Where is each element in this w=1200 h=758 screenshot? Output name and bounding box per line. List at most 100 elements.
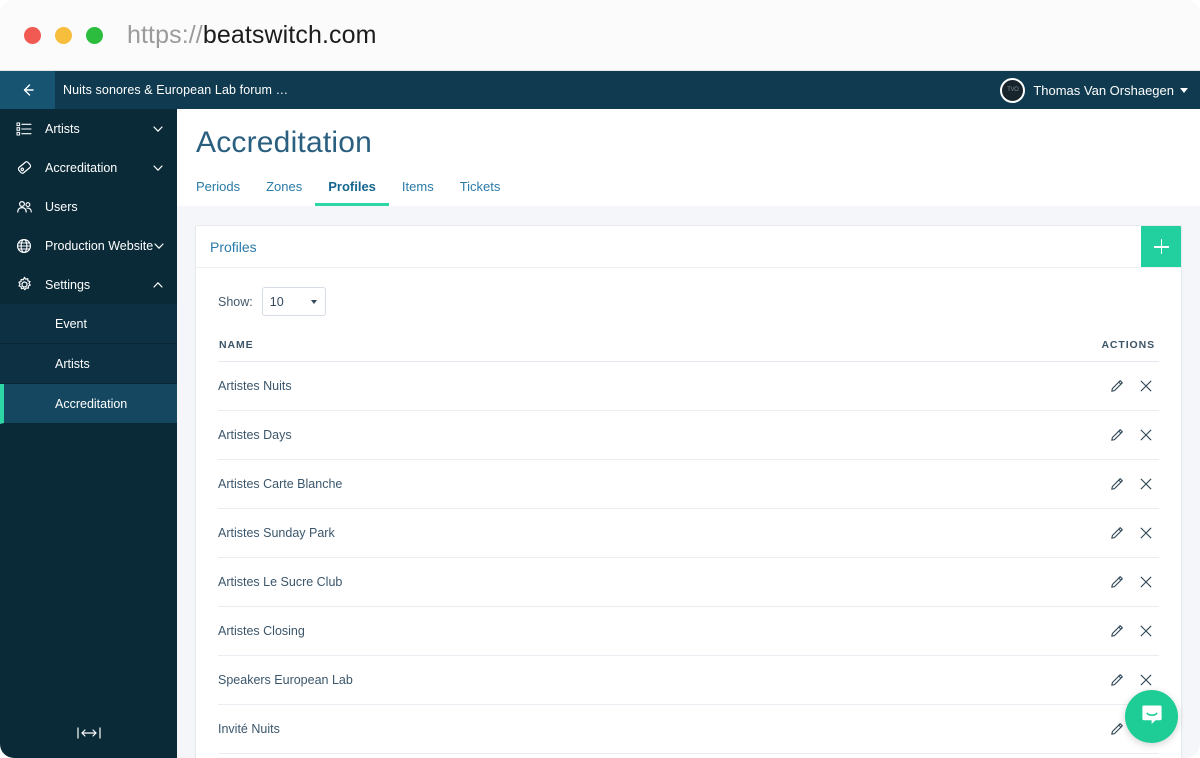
- sidebar-item-production-website[interactable]: Production Website: [0, 226, 177, 265]
- profile-name: Artistes Le Sucre Club: [218, 557, 875, 607]
- tab-periods[interactable]: Periods: [196, 179, 253, 206]
- sidebar-item-label: Artists: [45, 121, 80, 136]
- table-row[interactable]: Invité Nuits: [218, 704, 1159, 754]
- chevron-down-icon: [153, 240, 165, 252]
- edit-pencil-icon[interactable]: [1106, 621, 1128, 641]
- profile-name: Invité Nuits: [218, 704, 875, 754]
- tab-tickets[interactable]: Tickets: [447, 179, 514, 206]
- app-header: Nuits sonores & European Lab forum … TVO…: [0, 71, 1200, 109]
- table-header-row: NAME ACTIONS: [218, 338, 1159, 362]
- chevron-down-icon: [152, 123, 164, 135]
- table-row[interactable]: Artistes Sunday Park: [218, 508, 1159, 558]
- edit-pencil-icon[interactable]: [1106, 719, 1128, 739]
- table-body: Artistes Nuits Artistes Days Artistes Ca…: [218, 361, 1159, 758]
- sidebar-item-label: Production Website: [45, 238, 154, 253]
- minimize-window-button[interactable]: [55, 26, 72, 44]
- sidebar-item-label: Users: [45, 199, 78, 214]
- edit-pencil-icon[interactable]: [1106, 425, 1128, 445]
- avatar-initials: TVO: [1007, 87, 1019, 93]
- sidebar-item-settings[interactable]: Settings: [0, 265, 177, 304]
- gear-icon: [16, 276, 36, 293]
- url-scheme: https://: [127, 20, 203, 49]
- show-entries-control: Show: 10: [218, 287, 1159, 316]
- row-actions: [874, 753, 1159, 758]
- delete-x-icon[interactable]: [1135, 523, 1157, 543]
- table-row[interactable]: Artistes Carte Blanche: [218, 459, 1159, 509]
- user-name: Thomas Van Orshaegen: [1033, 82, 1174, 98]
- delete-x-icon[interactable]: [1135, 376, 1157, 396]
- delete-x-icon[interactable]: [1135, 474, 1157, 494]
- tab-items[interactable]: Items: [389, 179, 447, 206]
- edit-pencil-icon[interactable]: [1106, 474, 1128, 494]
- sidebar-subitem-label: Event: [55, 316, 87, 331]
- list-icon: [16, 121, 36, 137]
- edit-pencil-icon[interactable]: [1106, 572, 1128, 592]
- edit-pencil-icon[interactable]: [1106, 523, 1128, 543]
- row-actions: [874, 361, 1159, 411]
- sidebar: Artists Accreditation Users Production W…: [0, 109, 177, 758]
- table-row[interactable]: Speakers European Lab: [218, 655, 1159, 705]
- address-bar[interactable]: https://beatswitch.com: [127, 21, 377, 50]
- main-content: Accreditation Periods Zones Profiles Ite…: [177, 109, 1200, 758]
- show-label: Show:: [218, 294, 253, 309]
- column-header-name: NAME: [218, 338, 875, 362]
- chevron-down-icon: [1180, 87, 1188, 93]
- close-window-button[interactable]: [24, 26, 41, 44]
- tag-icon: [16, 159, 36, 176]
- row-actions: [874, 410, 1159, 460]
- profile-name: Artistes Nuits: [218, 361, 875, 411]
- chevron-down-icon: [310, 299, 317, 304]
- edit-pencil-icon[interactable]: [1106, 670, 1128, 690]
- arrow-left-icon: [20, 82, 36, 98]
- row-actions: [874, 508, 1159, 558]
- back-button[interactable]: [0, 71, 55, 109]
- delete-x-icon[interactable]: [1135, 572, 1157, 592]
- sidebar-item-accreditation[interactable]: Accreditation: [0, 148, 177, 187]
- delete-x-icon[interactable]: [1135, 425, 1157, 445]
- users-icon: [16, 199, 36, 215]
- row-actions: [874, 557, 1159, 607]
- table-header: NAME ACTIONS: [218, 338, 1159, 362]
- sidebar-subitem-label: Accreditation: [55, 396, 128, 411]
- sidebar-item-users[interactable]: Users: [0, 187, 177, 226]
- browser-window: https://beatswitch.com Nuits sonores & E…: [0, 0, 1200, 758]
- sidebar-item-artists[interactable]: Artists: [0, 109, 177, 148]
- table-row[interactable]: Invité Closing: [218, 753, 1159, 758]
- globe-icon: [16, 238, 36, 254]
- row-actions: [874, 606, 1159, 656]
- card-title: Profiles: [210, 238, 257, 255]
- tab-profiles[interactable]: Profiles: [315, 179, 389, 206]
- table-row[interactable]: Artistes Days: [218, 410, 1159, 460]
- chevron-down-icon: [152, 162, 164, 174]
- table-row[interactable]: Artistes Le Sucre Club: [218, 557, 1159, 607]
- profiles-card: Profiles Show: 10 NAME ACTIONS Artistes …: [195, 225, 1182, 758]
- event-title: Nuits sonores & European Lab forum …: [63, 83, 289, 97]
- collapse-sidebar-button[interactable]: [0, 712, 177, 758]
- card-body: Show: 10 NAME ACTIONS Artistes Nuits Art…: [196, 268, 1181, 758]
- profile-name: Artistes Closing: [218, 606, 875, 656]
- delete-x-icon[interactable]: [1135, 670, 1157, 690]
- plus-icon: [1153, 239, 1169, 254]
- row-actions: [874, 459, 1159, 509]
- profile-name: Speakers European Lab: [218, 655, 875, 705]
- delete-x-icon[interactable]: [1135, 621, 1157, 641]
- sidebar-subitem-artists[interactable]: Artists: [0, 344, 177, 384]
- sidebar-subitem-event[interactable]: Event: [0, 304, 177, 344]
- chat-bubble-icon: [1139, 701, 1165, 732]
- sidebar-subitem-accreditation[interactable]: Accreditation: [0, 384, 177, 424]
- profile-name: Artistes Sunday Park: [218, 508, 875, 558]
- sidebar-item-label: Settings: [45, 277, 91, 292]
- table-row[interactable]: Artistes Closing: [218, 606, 1159, 656]
- maximize-window-button[interactable]: [86, 26, 103, 44]
- edit-pencil-icon[interactable]: [1106, 376, 1128, 396]
- user-menu[interactable]: TVO Thomas Van Orshaegen: [1000, 77, 1188, 103]
- collapse-sidebar-icon: [76, 726, 102, 745]
- profile-name: Artistes Days: [218, 410, 875, 460]
- show-entries-select[interactable]: 10: [261, 287, 326, 316]
- row-actions: [874, 704, 1159, 754]
- tab-zones[interactable]: Zones: [253, 179, 315, 206]
- page-title: Accreditation: [196, 126, 373, 159]
- add-profile-button[interactable]: [1141, 226, 1181, 267]
- table-row[interactable]: Artistes Nuits: [218, 361, 1159, 411]
- chat-support-button[interactable]: [1125, 690, 1178, 743]
